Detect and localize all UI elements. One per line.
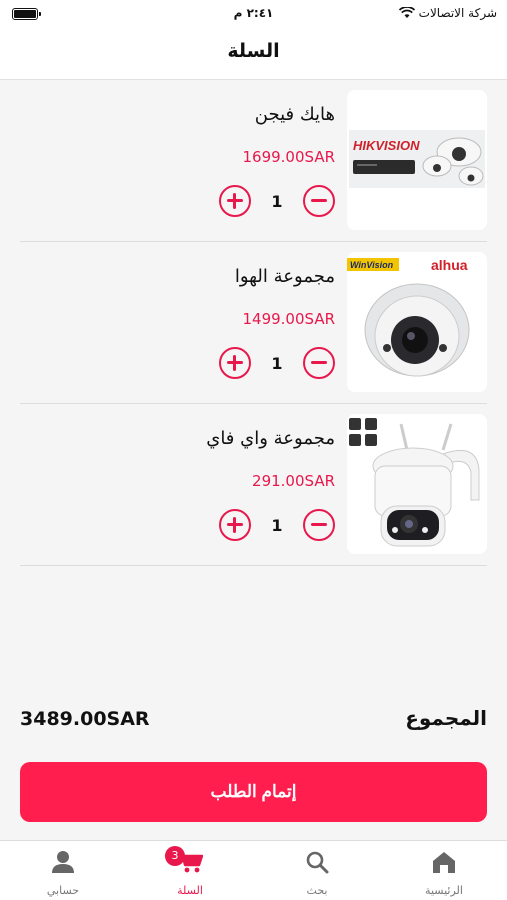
tab-account[interactable]: حسابي [0,841,126,900]
cart-item: مجموعة واي فاي 291.00SAR 1 [20,404,487,566]
quantity-stepper: 1 [219,346,335,380]
product-name: مجموعة الهوا [234,266,335,287]
product-price: 291.00SAR [252,472,335,490]
quantity-value: 1 [271,191,283,211]
brand-logo-text: WinVision [350,260,394,270]
user-icon [52,851,74,873]
status-time: ٢:٤١ م [233,6,274,20]
quantity-stepper: 1 [219,184,335,218]
decrease-quantity-button[interactable] [303,347,335,379]
brand-logo-text: HIKVISION [353,138,420,153]
decrease-quantity-button[interactable] [303,185,335,217]
increase-quantity-button[interactable] [219,509,251,541]
product-price: 1699.00SAR [242,148,335,166]
decrease-quantity-button[interactable] [303,509,335,541]
increase-quantity-button[interactable] [219,347,251,379]
tab-label: حسابي [46,884,80,897]
brand-logo-text: alhua [431,257,468,273]
tab-label: السلة [177,884,203,897]
tab-home[interactable]: الرئيسية [381,841,507,900]
product-name: مجموعة واي فاي [206,428,335,449]
checkout-button[interactable]: إتمام الطلب [20,762,487,822]
home-icon [433,852,455,873]
total-row: المجموع 3489.00SAR [20,706,487,736]
product-image[interactable]: HIKVISION [347,90,487,230]
product-price: 1499.00SAR [242,310,335,328]
tab-label: الرئيسية [425,884,463,897]
increase-quantity-button[interactable] [219,185,251,217]
battery-icon [12,8,41,20]
quantity-value: 1 [271,353,283,373]
page-title: السلة [227,40,280,62]
quantity-value: 1 [271,515,283,535]
tab-label: بحث [306,884,328,897]
quantity-stepper: 1 [219,508,335,542]
cart-count-badge: 3 [165,846,185,866]
product-image[interactable] [347,414,487,554]
tab-bar: الرئيسية بحث 3 السلة حسابي [0,840,507,900]
tab-search[interactable]: بحث [254,841,380,900]
search-icon [306,851,329,874]
tab-cart[interactable]: 3 السلة [127,841,253,900]
total-label: المجموع [405,706,487,730]
cart-item: HIKVISION هايك فيجن 1699.00SAR 1 [20,80,487,242]
product-name: هايك فيجن [254,104,335,125]
nav-header: السلة [0,28,507,80]
total-amount: 3489.00SAR [20,708,150,730]
status-bar: شركة الاتصالات ٢:٤١ م [0,0,507,28]
cart-item: WinVision alhua مجموعة الهوا 1499.00SAR … [20,242,487,404]
product-image[interactable]: WinVision alhua [347,252,487,392]
